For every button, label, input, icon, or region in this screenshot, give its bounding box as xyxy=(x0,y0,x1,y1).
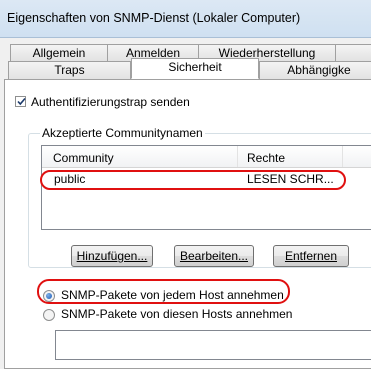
community-list[interactable]: Community Rechte public LESEN SCHR... xyxy=(41,145,371,230)
column-header-rechte[interactable]: Rechte xyxy=(247,151,285,165)
column-header-community[interactable]: Community xyxy=(53,151,114,165)
title-bar: Eigenschaften von SNMP-Dienst (Lokaler C… xyxy=(0,0,371,38)
host-list[interactable] xyxy=(55,330,371,360)
community-cell: public xyxy=(54,172,86,186)
tab-overflow[interactable] xyxy=(335,44,371,61)
table-row[interactable]: public LESEN SCHR... xyxy=(42,172,371,188)
radio-any-host[interactable] xyxy=(43,290,55,302)
tab-allgemein[interactable]: Allgemein xyxy=(10,44,108,61)
community-group-label: Akzeptierte Communitynamen xyxy=(40,126,205,140)
auth-trap-label[interactable]: Authentifizierungstrap senden xyxy=(31,95,190,109)
checkmark-icon xyxy=(17,97,26,106)
radio-these-hosts-label[interactable]: SNMP-Pakete von diesen Hosts annehmen xyxy=(61,307,292,321)
tab-sicherheit[interactable]: Sicherheit xyxy=(131,58,259,79)
radio-selected-dot xyxy=(46,293,52,299)
radio-any-host-label[interactable]: SNMP-Pakete von jedem Host annehmen xyxy=(61,288,284,302)
rights-cell: LESEN SCHR... xyxy=(247,172,334,186)
edit-button[interactable]: Bearbeiten... xyxy=(174,245,254,267)
tab-traps[interactable]: Traps xyxy=(8,61,131,80)
tab-abhaengigkeiten[interactable]: Abhängigke xyxy=(259,61,371,80)
add-button[interactable]: Hinzufügen... xyxy=(71,245,153,267)
list-header: Community Rechte xyxy=(42,146,371,168)
column-separator[interactable] xyxy=(342,146,343,167)
window-title: Eigenschaften von SNMP-Dienst (Lokaler C… xyxy=(7,11,301,25)
column-separator[interactable] xyxy=(237,146,238,167)
auth-trap-checkbox[interactable] xyxy=(15,96,26,107)
radio-these-hosts[interactable] xyxy=(43,309,55,321)
remove-button[interactable]: Entfernen xyxy=(273,245,349,267)
